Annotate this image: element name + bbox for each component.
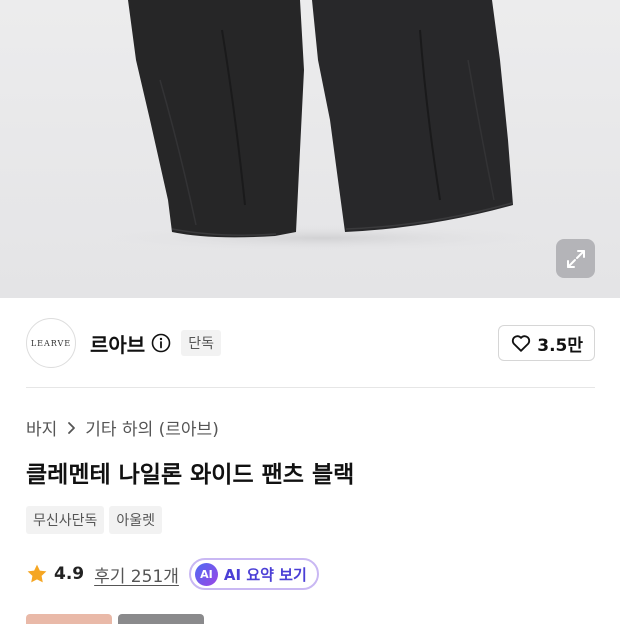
tag-musinsa-exclusive: 무신사단독 [26, 506, 105, 534]
thumbnail[interactable] [26, 614, 112, 624]
product-title: 클레멘테 나일론 와이드 팬츠 블랙 [26, 462, 355, 488]
brand-name[interactable]: 르아브 [90, 329, 145, 358]
divider [26, 387, 595, 388]
brand-logo[interactable]: LEARVE [26, 318, 76, 368]
like-count: 3.5만 [537, 335, 583, 356]
breadcrumb-item-pants[interactable]: 바지 [26, 415, 57, 440]
expand-icon [566, 249, 585, 268]
rating-value: 4.9 [54, 564, 85, 584]
ai-badge-icon: AI [194, 562, 218, 586]
thumbnail[interactable] [118, 614, 204, 624]
tag-outlet: 아울렛 [109, 506, 163, 534]
star-icon [26, 563, 48, 585]
thumbnail-strip [26, 614, 204, 624]
exclusive-badge: 단독 [181, 330, 221, 356]
product-tags: 무신사단독 아울렛 [26, 506, 163, 534]
ai-summary-label: AI 요약 보기 [223, 565, 307, 584]
ai-summary-button[interactable]: AI AI 요약 보기 [188, 558, 319, 590]
heart-icon [512, 335, 531, 352]
product-image[interactable] [0, 0, 620, 298]
chevron-right-icon [66, 421, 76, 435]
brand-row: LEARVE 르아브 단독 3.5만 [26, 316, 595, 370]
breadcrumb: 바지 기타 하의 (르아브) [26, 415, 219, 440]
expand-image-button[interactable] [556, 239, 595, 278]
info-icon[interactable] [151, 333, 171, 353]
like-button[interactable]: 3.5만 [498, 325, 595, 361]
review-count-link[interactable]: 후기 251개 [94, 562, 179, 587]
breadcrumb-item-other-bottoms[interactable]: 기타 하의 (르아브) [85, 415, 219, 440]
brand-logo-text: LEARVE [30, 338, 72, 348]
rating-row: 4.9 후기 251개 AI AI 요약 보기 [26, 557, 319, 591]
pants-illustration [92, 0, 552, 252]
